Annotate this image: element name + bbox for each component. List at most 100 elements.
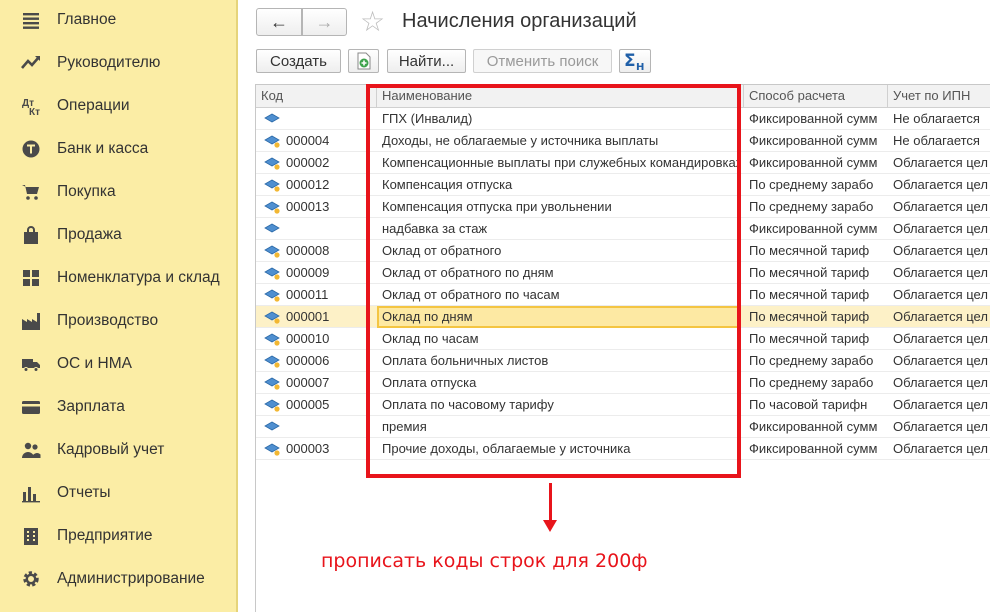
cell-code bbox=[281, 218, 377, 240]
gear-icon bbox=[21, 569, 41, 589]
sidebar-item-label: Покупка bbox=[57, 183, 116, 200]
cell-method: По среднему зарабо bbox=[749, 199, 874, 214]
annotation-arrow-head bbox=[543, 520, 557, 532]
table-row[interactable]: 000003 Прочие доходы, облагаемые у источн… bbox=[256, 438, 990, 460]
cell-name: Прочие доходы, облагаемые у источника bbox=[382, 441, 631, 456]
create-button[interactable]: Создать bbox=[256, 49, 341, 73]
cell-code: 000012 bbox=[286, 177, 330, 192]
table-row[interactable]: премия Фиксированной сумм Облагается цел bbox=[256, 416, 990, 438]
sidebar-item-11[interactable]: Отчеты bbox=[0, 473, 238, 513]
cell-ipn: Не облагается bbox=[893, 133, 980, 148]
copy-button[interactable] bbox=[348, 49, 379, 73]
table-row[interactable]: 000002 Компенсационные выплаты при служеб… bbox=[256, 152, 990, 174]
table-row[interactable]: 000008 Оклад от обратного По месячной тари… bbox=[256, 240, 990, 262]
table-row[interactable]: надбавка за стаж Фиксированной сумм Облага… bbox=[256, 218, 990, 240]
sidebar-item-3[interactable]: Банк и касса bbox=[0, 129, 238, 169]
cell-code bbox=[281, 108, 377, 130]
annotation-arrow-line bbox=[549, 483, 552, 523]
accrual-type-icon bbox=[264, 245, 281, 258]
cell-method: По месячной тариф bbox=[749, 331, 870, 346]
table-row[interactable]: 000011 Оклад от обратного по часам По меся… bbox=[256, 284, 990, 306]
sidebar-item-6[interactable]: Номенклатура и склад bbox=[0, 258, 238, 298]
accrual-type-icon bbox=[264, 333, 281, 346]
table-row[interactable]: 000013 Компенсация отпуска при увольнении… bbox=[256, 196, 990, 218]
cell-name: Компенсация отпуска bbox=[382, 177, 513, 192]
cancel-search-button[interactable]: Отменить поиск bbox=[473, 49, 612, 73]
table-row[interactable]: 000001 Оклад по дням По месячной тариф Обла… bbox=[256, 306, 990, 328]
cell-name: Доходы, не облагаемые у источника выплат… bbox=[382, 133, 659, 148]
accruals-table: Код Наименование Способ расчета Учет по … bbox=[255, 84, 990, 612]
find-button[interactable]: Найти... bbox=[387, 49, 466, 73]
cell-code: 000006 bbox=[286, 353, 330, 368]
sidebar-item-label: Предприятие bbox=[57, 527, 153, 544]
accrual-type-icon bbox=[264, 289, 281, 302]
svg-text:Кт: Кт bbox=[29, 107, 40, 116]
cell-code: 000009 bbox=[286, 265, 330, 280]
table-row[interactable]: ГПХ (Инвалид) Фиксированной сумм Не облага… bbox=[256, 108, 990, 130]
cell-code: 000005 bbox=[286, 397, 330, 412]
forward-button[interactable]: → bbox=[302, 8, 347, 36]
cell-code: 000002 bbox=[286, 155, 330, 170]
accrual-type-icon bbox=[264, 421, 281, 434]
sidebar-item-10[interactable]: Кадровый учет bbox=[0, 430, 238, 470]
accrual-type-icon bbox=[264, 443, 281, 456]
cell-code: 000007 bbox=[286, 375, 330, 390]
accrual-type-icon bbox=[264, 377, 281, 390]
people-icon bbox=[21, 440, 41, 460]
sidebar-item-8[interactable]: ОС и НМА bbox=[0, 344, 238, 384]
cell-code: 000011 bbox=[286, 287, 329, 302]
dt-kt-icon: Дт Кт bbox=[21, 96, 41, 116]
cell-ipn: Облагается цел bbox=[893, 441, 988, 456]
sidebar-item-label: ОС и НМА bbox=[57, 355, 132, 372]
sidebar-item-12[interactable]: Предприятие bbox=[0, 516, 238, 556]
cell-method: По месячной тариф bbox=[749, 287, 870, 302]
sidebar-item-9[interactable]: Зарплата bbox=[0, 387, 238, 427]
column-header-name[interactable]: Наименование bbox=[377, 85, 744, 108]
table-row[interactable]: 000006 Оплата больничных листов По среднем… bbox=[256, 350, 990, 372]
annotation-text: прописать коды строк для 200ф bbox=[321, 550, 648, 572]
card-icon bbox=[21, 397, 41, 417]
sidebar-item-4[interactable]: Покупка bbox=[0, 172, 238, 212]
cell-method: По среднему зарабо bbox=[749, 177, 874, 192]
table-row[interactable]: 000005 Оплата по часовому тарифу По часово… bbox=[256, 394, 990, 416]
sidebar-item-13[interactable]: Администрирование bbox=[0, 559, 238, 599]
sidebar-item-label: Руководителю bbox=[57, 54, 161, 71]
sidebar-item-5[interactable]: Продажа bbox=[0, 215, 238, 255]
truck-icon bbox=[21, 354, 41, 374]
favorite-star-icon[interactable]: ☆ bbox=[360, 6, 385, 38]
column-header-code[interactable]: Код bbox=[256, 85, 377, 108]
table-header: Код Наименование Способ расчета Учет по … bbox=[256, 85, 990, 108]
cell-name: Оплата по часовому тарифу bbox=[382, 397, 554, 412]
svg-text:H: H bbox=[636, 62, 644, 71]
column-header-ipn[interactable]: Учет по ИПН bbox=[888, 85, 990, 108]
sidebar-item-label: Кадровый учет bbox=[57, 441, 165, 458]
cell-name: Оплата больничных листов bbox=[382, 353, 549, 368]
table-row[interactable]: 000012 Компенсация отпуска По среднему зар… bbox=[256, 174, 990, 196]
table-row[interactable]: 000009 Оклад от обратного по дням По месяч… bbox=[256, 262, 990, 284]
table-row[interactable]: 000010 Оклад по часам По месячной тариф Обл… bbox=[256, 328, 990, 350]
column-header-method[interactable]: Способ расчета bbox=[744, 85, 888, 108]
cell-code: 000013 bbox=[286, 199, 330, 214]
sidebar-item-1[interactable]: Руководителю bbox=[0, 43, 238, 83]
cell-method: По месячной тариф bbox=[749, 243, 870, 258]
sum-button[interactable]: Σ H bbox=[619, 49, 651, 73]
cell-method: Фиксированной сумм bbox=[749, 111, 878, 126]
cell-ipn: Облагается цел bbox=[893, 309, 988, 324]
bar-chart-icon bbox=[21, 483, 41, 503]
cell-method: Фиксированной сумм bbox=[749, 441, 878, 456]
accrual-type-icon bbox=[264, 399, 281, 412]
sidebar: Главное Руководителю Дт Кт Операции Банк и ка… bbox=[0, 0, 238, 612]
sidebar-item-7[interactable]: Производство bbox=[0, 301, 238, 341]
sidebar-item-label: Зарплата bbox=[57, 398, 125, 415]
cell-ipn: Облагается цел bbox=[893, 375, 988, 390]
sidebar-item-label: Номенклатура и склад bbox=[57, 269, 220, 286]
accrual-type-icon bbox=[264, 223, 281, 236]
back-button[interactable]: ← bbox=[256, 8, 302, 36]
accrual-type-icon bbox=[264, 135, 281, 148]
table-row[interactable]: 000007 Оплата отпуска По среднему зарабо Об… bbox=[256, 372, 990, 394]
sidebar-item-0[interactable]: Главное bbox=[0, 0, 238, 40]
accrual-type-icon bbox=[264, 267, 281, 280]
cell-name: ГПХ (Инвалид) bbox=[382, 111, 473, 126]
table-row[interactable]: 000004 Доходы, не облагаемые у источника … bbox=[256, 130, 990, 152]
sidebar-item-2[interactable]: Дт Кт Операции bbox=[0, 86, 238, 126]
